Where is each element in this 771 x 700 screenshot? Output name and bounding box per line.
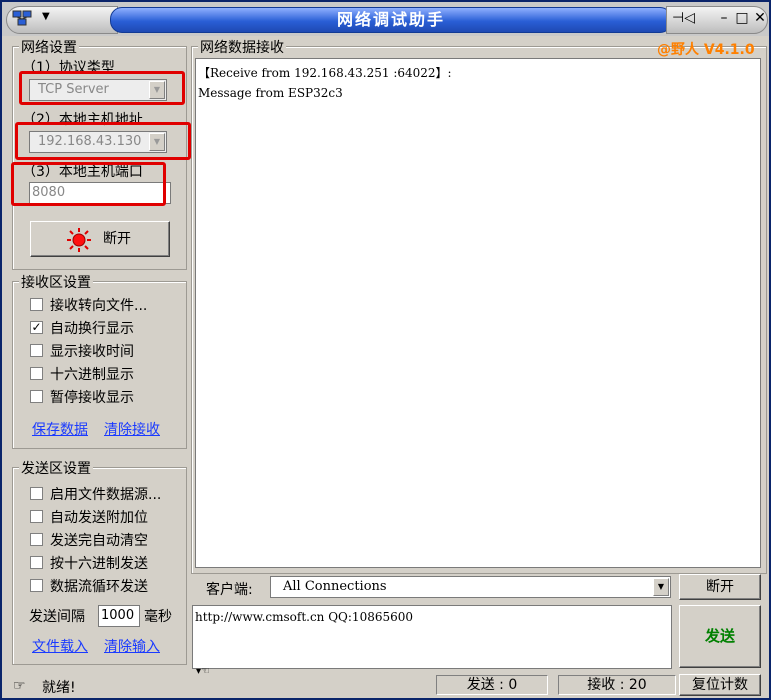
network-settings-title: 网络设置 — [19, 37, 79, 57]
client-label: 客户端: — [206, 582, 253, 598]
checkbox[interactable] — [30, 344, 43, 357]
checkbox-label[interactable]: 按十六进制发送 — [50, 553, 148, 573]
port-highlight — [11, 162, 166, 206]
receive-line: Message from ESP32c3 — [198, 86, 343, 100]
ready-icon: ☞ — [13, 678, 26, 694]
checkbox[interactable] — [30, 298, 43, 311]
disconnect-network-label: 断开 — [103, 231, 131, 247]
clear-input-link[interactable]: 清除输入 — [104, 636, 160, 656]
receive-textarea[interactable]: 【Receive from 192.168.43.251 :64022】: Me… — [195, 58, 761, 568]
window-title: 网络调试助手 — [110, 7, 672, 33]
host-highlight — [15, 122, 191, 160]
checkbox-label[interactable]: 暂停接收显示 — [50, 387, 134, 407]
checkbox[interactable] — [30, 487, 43, 500]
clear-receive-link[interactable]: 清除接收 — [104, 419, 160, 439]
receive-line: 【Receive from 192.168.43.251 :64022】: — [198, 66, 452, 80]
checkbox[interactable]: ✓ — [30, 321, 43, 334]
checkbox[interactable] — [30, 510, 43, 523]
checkbox-label[interactable]: 显示接收时间 — [50, 341, 134, 361]
checkbox[interactable] — [30, 533, 43, 546]
system-menu-arrow-icon[interactable]: ▼ — [42, 11, 50, 22]
checkbox-label[interactable]: 发送完自动清空 — [50, 530, 148, 550]
close-icon[interactable]: ✕ — [752, 10, 768, 26]
checkbox[interactable] — [30, 390, 43, 403]
title-bar: 网络调试助手 ▼ ⊣◁ – □ ✕ — [2, 2, 769, 36]
version-label: @野人 V4.1.0 — [657, 42, 755, 58]
ready-status: 就绪! — [42, 680, 76, 696]
minimize-icon[interactable]: – — [716, 10, 732, 26]
checkbox[interactable] — [30, 579, 43, 592]
app-window: 网络调试助手 ▼ ⊣◁ – □ ✕ 网络设置 （1）协议类型 TCP Serve… — [0, 0, 771, 700]
checkbox[interactable] — [30, 367, 43, 380]
send-interval-unit: 毫秒 — [144, 609, 172, 625]
pointer-hand-icon: ▾☜ — [196, 666, 210, 677]
client-select[interactable]: All Connections ▼ — [270, 576, 671, 598]
checkbox-label[interactable]: 十六进制显示 — [50, 364, 134, 384]
app-network-icon[interactable] — [12, 10, 32, 26]
checkbox-label[interactable]: 自动发送附加位 — [50, 507, 148, 527]
pin-icon[interactable]: ⊣◁ — [672, 10, 695, 26]
checkbox-label[interactable]: 数据流循环发送 — [50, 576, 148, 596]
send-button[interactable]: 发送 — [679, 605, 761, 668]
send-interval-input[interactable]: 1000 — [98, 605, 140, 627]
send-textarea[interactable]: http://www.cmsoft.cn QQ:10865600 — [192, 605, 672, 669]
send-settings-title: 发送区设置 — [19, 458, 93, 478]
checkbox-label[interactable]: 自动换行显示 — [50, 318, 134, 338]
red-led-icon — [67, 228, 91, 252]
sent-count: 发送 : 0 — [436, 675, 548, 695]
maximize-icon[interactable]: □ — [734, 10, 750, 26]
checkbox-label[interactable]: 接收转向文件... — [50, 295, 147, 315]
disconnect-client-button[interactable]: 断开 — [679, 574, 761, 600]
received-count: 接收 : 20 — [558, 675, 676, 695]
save-data-link[interactable]: 保存数据 — [32, 419, 88, 439]
chevron-down-icon[interactable]: ▼ — [653, 578, 669, 596]
protocol-highlight — [19, 71, 185, 105]
client-value: All Connections — [283, 579, 387, 594]
receive-area-title: 网络数据接收 — [198, 37, 286, 57]
receive-settings-title: 接收区设置 — [19, 272, 93, 292]
checkbox-label[interactable]: 启用文件数据源... — [50, 484, 161, 504]
reset-count-button[interactable]: 复位计数 — [679, 674, 761, 696]
send-interval-label: 发送间隔 — [29, 609, 85, 625]
disconnect-network-button[interactable]: 断开 — [30, 221, 170, 257]
file-load-link[interactable]: 文件载入 — [32, 636, 88, 656]
checkbox[interactable] — [30, 556, 43, 569]
